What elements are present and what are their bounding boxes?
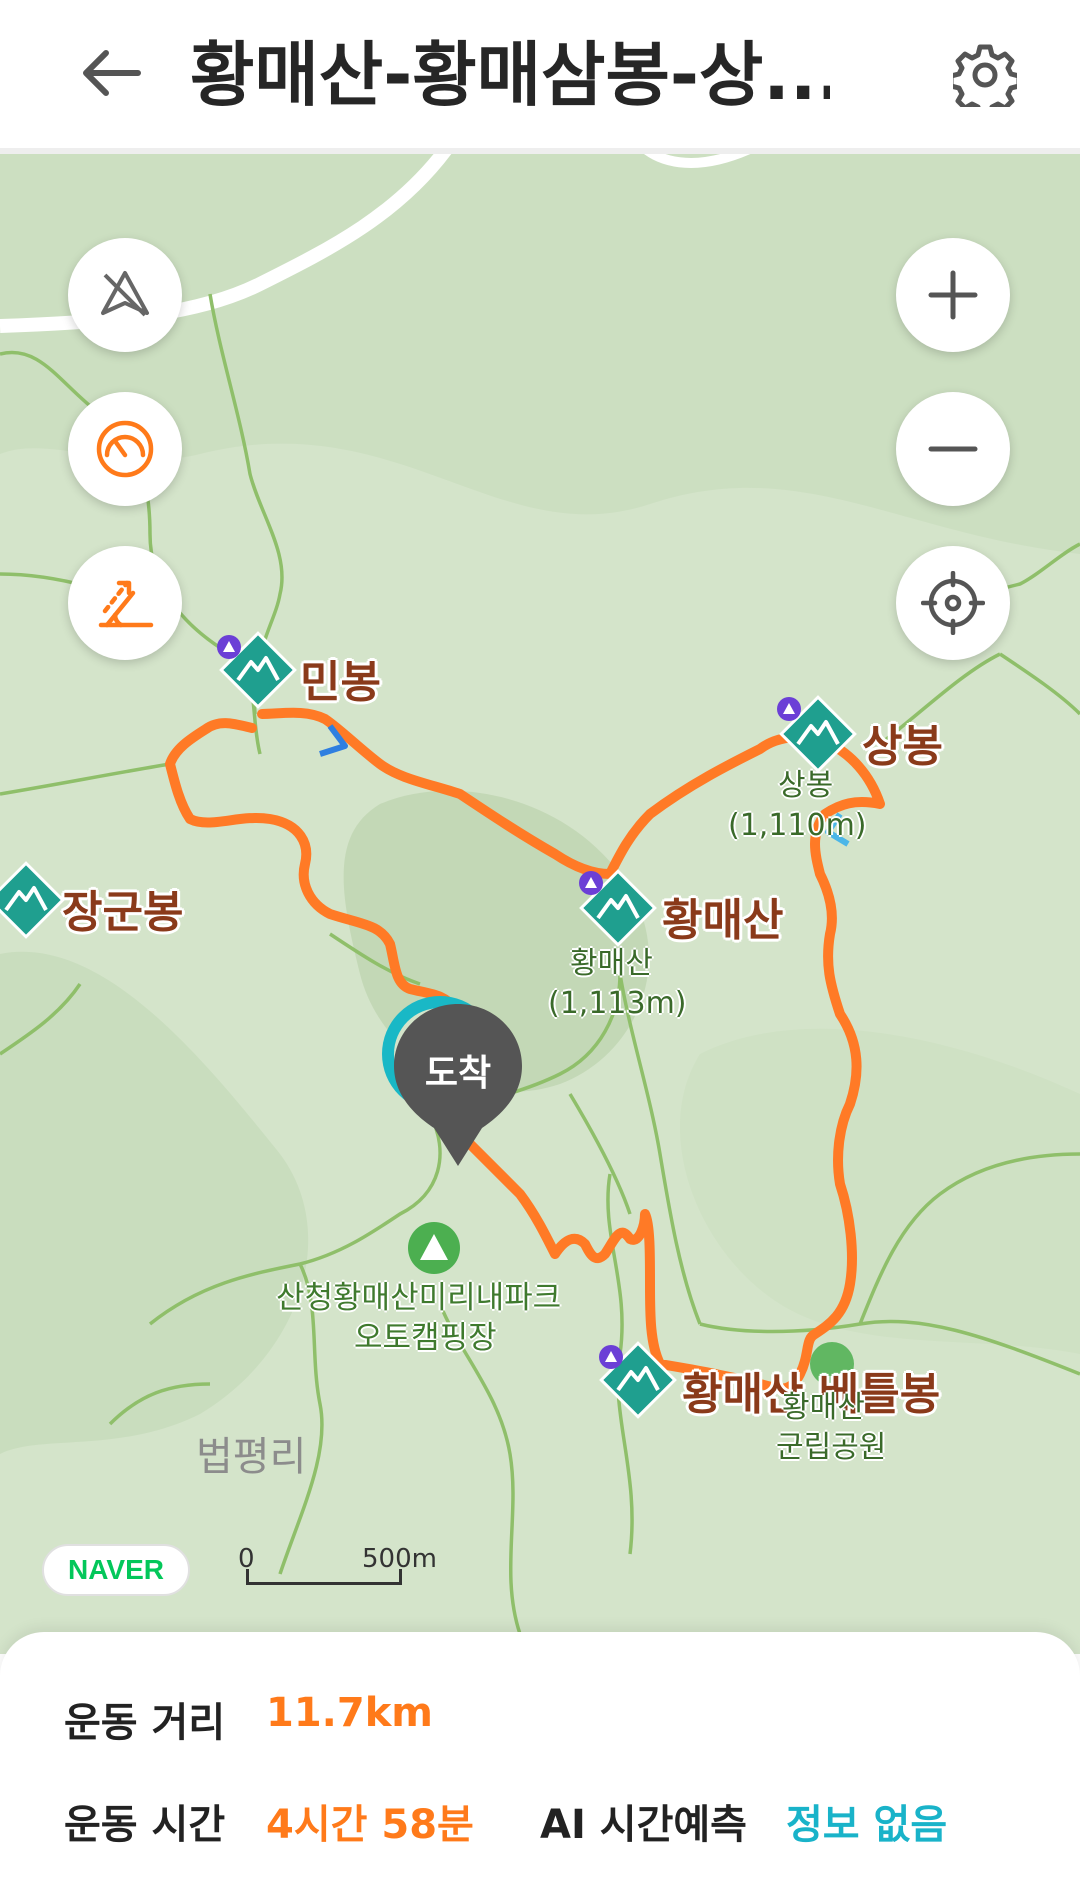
- header-bar: 황매산-황매삼봉-상...: [0, 0, 1080, 154]
- peak-label-hwangmaesan: 황매산: [662, 895, 784, 946]
- naver-logo: NAVER: [42, 1544, 190, 1596]
- minus-icon: [928, 446, 978, 452]
- zoom-in-button[interactable]: [896, 238, 1010, 352]
- back-arrow-icon: [83, 50, 141, 96]
- park-label-line1: 황매산: [782, 1390, 865, 1425]
- gear-icon: [953, 44, 1017, 107]
- elevation-button[interactable]: [68, 546, 182, 660]
- back-button[interactable]: [70, 38, 150, 108]
- hwangmaesan-elevation: (1,113m): [548, 986, 687, 1021]
- map-view[interactable]: 민봉 상봉 황매산 장군봉 황매산 베틀봉 상봉 (1,110m) 황매산 (1…: [0, 154, 1080, 1654]
- zoom-out-button[interactable]: [896, 392, 1010, 506]
- crosshair-icon: [921, 571, 985, 635]
- page-title: 황매산-황매삼봉-상...: [190, 34, 830, 116]
- hwangmaesan-name: 황매산: [570, 946, 653, 981]
- settings-button[interactable]: [945, 35, 1025, 115]
- speed-gauge-button[interactable]: [68, 392, 182, 506]
- peak-label-minbong: 민봉: [300, 657, 381, 708]
- park-label-line2: 군립공원: [776, 1430, 887, 1465]
- campsite-label-line1: 산청황매산미리내파크: [276, 1280, 562, 1316]
- distance-value: 11.7km: [266, 1690, 433, 1736]
- speedometer-icon: [96, 420, 154, 478]
- village-label: 법평리: [196, 1434, 307, 1480]
- sangbong-elevation: (1,110m): [728, 808, 867, 843]
- compass-off-icon: [101, 271, 149, 317]
- elevation-slope-icon: [98, 580, 154, 628]
- plus-icon: [928, 270, 978, 320]
- time-value: 4시간 58분: [266, 1802, 474, 1848]
- distance-label: 운동 거리: [64, 1700, 226, 1746]
- rotation-lock-button[interactable]: [68, 238, 182, 352]
- scale-bar: [246, 1569, 402, 1585]
- arrival-label: 도착: [424, 1053, 492, 1094]
- peak-marker-icon[interactable]: [0, 860, 66, 940]
- summit-badge-icon: [579, 871, 603, 895]
- summit-badge-icon: [777, 697, 801, 721]
- ai-prediction-label: AI 시간예측: [540, 1802, 747, 1848]
- summit-badge-icon: [217, 635, 241, 659]
- sangbong-name: 상봉: [778, 768, 834, 803]
- time-label: 운동 시간: [64, 1802, 226, 1848]
- campsite-label-line2: 오토캠핑장: [354, 1320, 497, 1356]
- stats-panel: 운동 거리 11.7km 운동 시간 4시간 58분 AI 시간예측 정보 없음: [0, 1632, 1080, 1892]
- my-location-button[interactable]: [896, 546, 1010, 660]
- ai-prediction-value: 정보 없음: [786, 1802, 948, 1848]
- peak-label-sangbong: 상봉: [862, 721, 943, 772]
- peak-label-janggunbong: 장군봉: [62, 887, 184, 938]
- summit-badge-icon: [599, 1345, 623, 1369]
